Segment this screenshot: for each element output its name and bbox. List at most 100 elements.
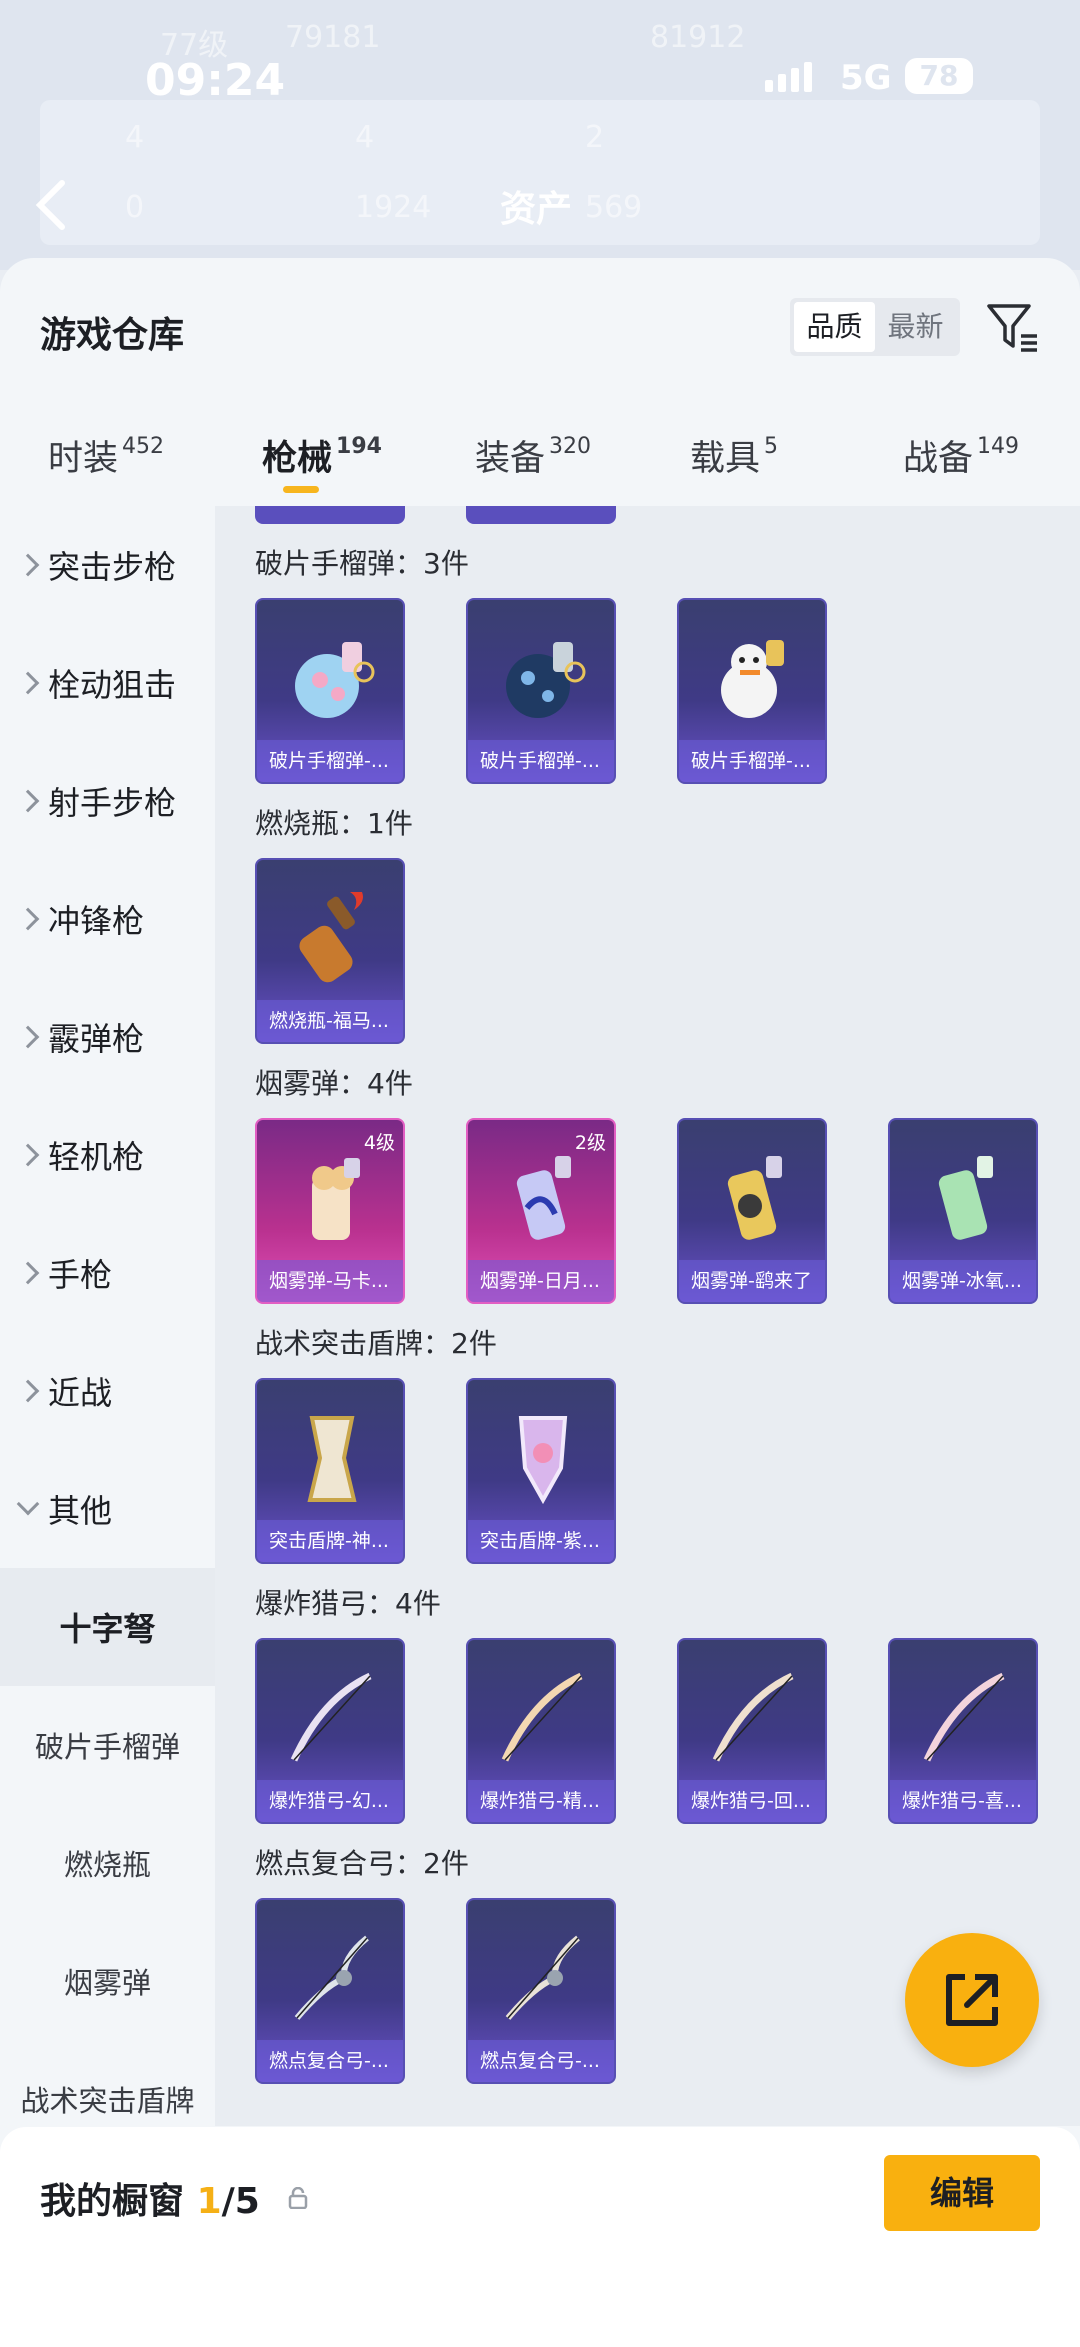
sidebar-item-label: 突击步枪 [48,548,177,586]
sidebar-item-other[interactable]: 其他 [0,1450,215,1568]
grenade-icon [295,642,375,718]
tab-label: 枪械 [262,439,333,479]
card-peek [466,506,616,524]
showcase-title: 我的橱窗 1/5 [40,2172,260,2224]
chevron-right-icon [16,789,40,813]
battery-icon: 78 [905,58,973,94]
item-card[interactable]: 燃点复合弓-... [466,1898,616,2084]
sidebar-item-label: 霰弹枪 [48,1020,145,1058]
molotov-icon [299,892,363,983]
category-tabs: 时装 452 枪械 194 装备 320 载具 5 战备 149 [0,408,1080,508]
share-button[interactable] [905,1933,1039,2067]
item-card[interactable]: 燃烧瓶-福马... [255,858,405,1044]
item-name: 烟雾弹-日月... [468,1260,614,1302]
item-name: 烟雾弹-冰氧... [890,1260,1036,1302]
bow-icon [501,1672,583,1762]
smoke-grenade-icon [312,1158,360,1240]
sidebar-item-smg[interactable]: 冲锋枪 [0,860,215,978]
tab-equipment[interactable]: 装备 320 [475,430,591,481]
sidebar-item-melee[interactable]: 近战 [0,1332,215,1450]
grenade-icon [506,642,586,718]
section-title: 烟雾弹：4件 [255,1067,413,1100]
item-card[interactable]: 燃点复合弓-... [255,1898,405,2084]
sidebar-sub-molotov[interactable]: 燃烧瓶 [0,1804,215,1922]
item-card[interactable]: 4级 烟雾弹-马卡... [255,1118,405,1304]
chevron-right-icon [16,1143,40,1167]
sidebar-item-label: 射手步枪 [48,784,177,822]
stat-value: 4 [125,120,145,155]
item-card[interactable]: 爆炸猎弓-回... [677,1638,827,1824]
stat-value: 1924 [355,190,432,225]
asset-label: 资产 [500,189,573,230]
sort-newest-button[interactable]: 最新 [875,302,956,352]
stat-value: 2 [585,120,605,155]
tab-vehicles[interactable]: 载具 5 [690,430,778,481]
tab-guns[interactable]: 枪械 194 [262,430,382,481]
sidebar: 突击步枪 栓动狙击 射手步枪 冲锋枪 霰弹枪 轻机枪 手枪 近战 其他 十字弩 … [0,506,215,2126]
sidebar-item-bolt-sniper[interactable]: 栓动狙击 [0,624,215,742]
item-name: 燃烧瓶-福马... [257,1000,403,1042]
sidebar-sub-smoke[interactable]: 烟雾弹 [0,1922,215,2040]
chevron-right-icon [16,1025,40,1049]
item-card[interactable]: 2级 烟雾弹-日月... [466,1118,616,1304]
sidebar-item-label: 其他 [48,1492,113,1530]
sidebar-item-assault-rifle[interactable]: 突击步枪 [0,506,215,624]
compound-bow-icon [294,1935,369,2020]
item-name: 燃点复合弓-... [468,2040,614,2082]
tab-fashion[interactable]: 时装 452 [48,430,164,481]
back-arrow-icon[interactable] [30,175,70,235]
compound-bow-icon [505,1935,580,2020]
chevron-right-icon [16,553,40,577]
sidebar-item-label: 轻机枪 [48,1138,145,1176]
item-card[interactable]: 烟雾弹-鹞来了 [677,1118,827,1304]
active-tab-indicator [283,486,319,493]
item-name: 突击盾牌-紫... [468,1520,614,1562]
item-card[interactable]: 破片手榴弹-... [466,598,616,784]
stat-value: 4 [355,120,375,155]
tab-count: 194 [336,434,382,460]
item-card[interactable]: 突击盾牌-神... [255,1378,405,1564]
tab-count: 149 [977,434,1020,460]
chevron-right-icon [16,907,40,931]
item-name: 爆炸猎弓-幻... [257,1780,403,1822]
sidebar-item-label: 近战 [48,1374,113,1412]
sidebar-item-shotgun[interactable]: 霰弹枪 [0,978,215,1096]
lock-icon [288,2187,308,2209]
item-card[interactable]: 突击盾牌-紫... [466,1378,616,1564]
item-card[interactable]: 爆炸猎弓-喜... [888,1638,1038,1824]
section-title: 爆炸猎弓：4件 [255,1587,441,1620]
shield-icon [518,1416,568,1505]
sidebar-item-lmg[interactable]: 轻机枪 [0,1096,215,1214]
item-card[interactable]: 烟雾弹-冰氧... [888,1118,1038,1304]
item-card[interactable]: 爆炸猎弓-幻... [255,1638,405,1824]
item-name: 燃点复合弓-... [257,2040,403,2082]
filter-icon[interactable] [985,300,1041,356]
smoke-grenade-icon [938,1156,993,1240]
sort-toggle: 品质 最新 [790,298,960,356]
item-card[interactable]: 破片手榴弹-... [255,598,405,784]
profile-background: 77级 79181 81912 4 4 2 0 1924 569 资产 09:2… [0,0,1080,270]
item-name: 爆炸猎弓-精... [468,1780,614,1822]
bow-icon [290,1672,372,1762]
section-title: 战术突击盾牌：2件 [255,1327,497,1360]
tab-label: 装备 [475,439,546,479]
item-name: 爆炸猎弓-回... [679,1780,825,1822]
sidebar-item-marksman-rifle[interactable]: 射手步枪 [0,742,215,860]
status-bar: 09:24 5G 78 [0,0,1080,110]
sidebar-sub-frag-grenade[interactable]: 破片手榴弹 [0,1686,215,1804]
shield-icon [307,1416,357,1502]
sidebar-item-pistol[interactable]: 手枪 [0,1214,215,1332]
status-time: 09:24 [145,55,286,106]
sidebar-sub-crossbow[interactable]: 十字弩 [0,1568,215,1686]
item-card[interactable]: 爆炸猎弓-精... [466,1638,616,1824]
item-card[interactable]: 破片手榴弹-... [677,598,827,784]
smoke-grenade-icon [727,1156,782,1240]
showcase-current: 1 [196,2181,222,2222]
smoke-grenade-icon [516,1156,571,1240]
item-name: 破片手榴弹-... [257,740,403,782]
item-name: 烟雾弹-鹞来了 [679,1260,825,1302]
edit-button[interactable]: 编辑 [884,2155,1040,2231]
sort-quality-button[interactable]: 品质 [794,302,875,352]
tab-supplies[interactable]: 战备 149 [903,430,1019,481]
section-title: 燃烧瓶：1件 [255,807,413,840]
